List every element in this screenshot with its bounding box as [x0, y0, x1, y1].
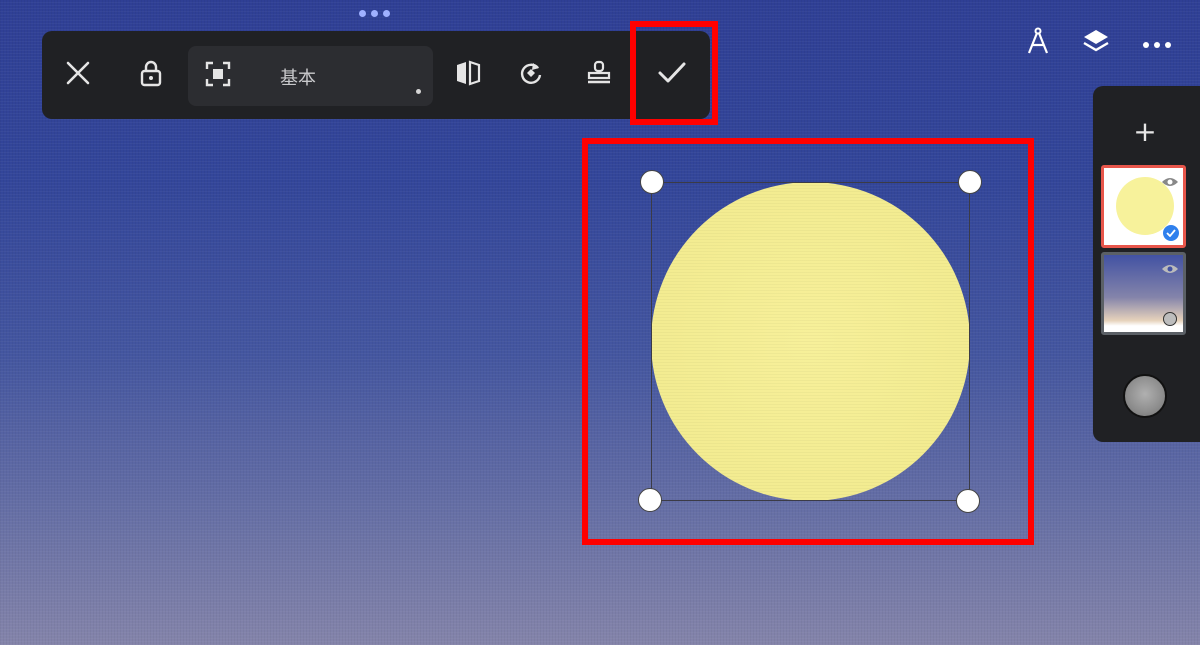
- mode-options-indicator: [416, 89, 421, 94]
- transform-mode-selector[interactable]: 基本: [188, 46, 433, 106]
- layer-blend-indicator[interactable]: [1163, 312, 1177, 326]
- add-layer-button[interactable]: +: [1125, 112, 1165, 152]
- selected-check-icon: [1163, 225, 1179, 241]
- handle-top-right[interactable]: [958, 170, 982, 194]
- brush-size-indicator[interactable]: [1123, 374, 1167, 418]
- close-button[interactable]: [56, 53, 100, 97]
- checkmark-icon: [657, 61, 687, 89]
- handle-top-left[interactable]: [640, 170, 664, 194]
- flip-button[interactable]: [446, 53, 490, 97]
- transform-toolbar: 基本: [42, 31, 710, 119]
- layer-thumbnail-moon[interactable]: [1101, 165, 1186, 248]
- rotate-button[interactable]: [509, 53, 553, 97]
- top-right-controls: [1026, 27, 1172, 59]
- fit-to-canvas-icon: [205, 61, 231, 91]
- more-icon[interactable]: [1142, 34, 1172, 53]
- transform-mode-label: 基本: [280, 68, 316, 89]
- ruler-compass-icon[interactable]: [1026, 27, 1050, 59]
- lock-button[interactable]: [129, 53, 173, 97]
- toolbar-drag-handle[interactable]: [359, 10, 390, 17]
- flip-icon: [454, 60, 482, 90]
- rotate-icon: [518, 60, 544, 90]
- layers-panel: +: [1093, 86, 1200, 442]
- stamp-button[interactable]: [577, 53, 621, 97]
- eye-icon[interactable]: [1161, 260, 1179, 279]
- fit-to-canvas-button[interactable]: [196, 54, 240, 98]
- lock-icon: [139, 59, 163, 91]
- layers-icon[interactable]: [1082, 27, 1110, 59]
- stamp-icon: [585, 59, 613, 91]
- handle-bottom-right[interactable]: [956, 489, 980, 513]
- handle-bottom-left[interactable]: [638, 488, 662, 512]
- layer-thumbnail-background[interactable]: [1101, 252, 1186, 335]
- confirm-button[interactable]: [650, 53, 694, 97]
- eye-icon[interactable]: [1161, 173, 1179, 192]
- transform-bounding-box[interactable]: [651, 182, 970, 501]
- close-icon: [65, 60, 91, 90]
- plus-icon: +: [1133, 115, 1157, 148]
